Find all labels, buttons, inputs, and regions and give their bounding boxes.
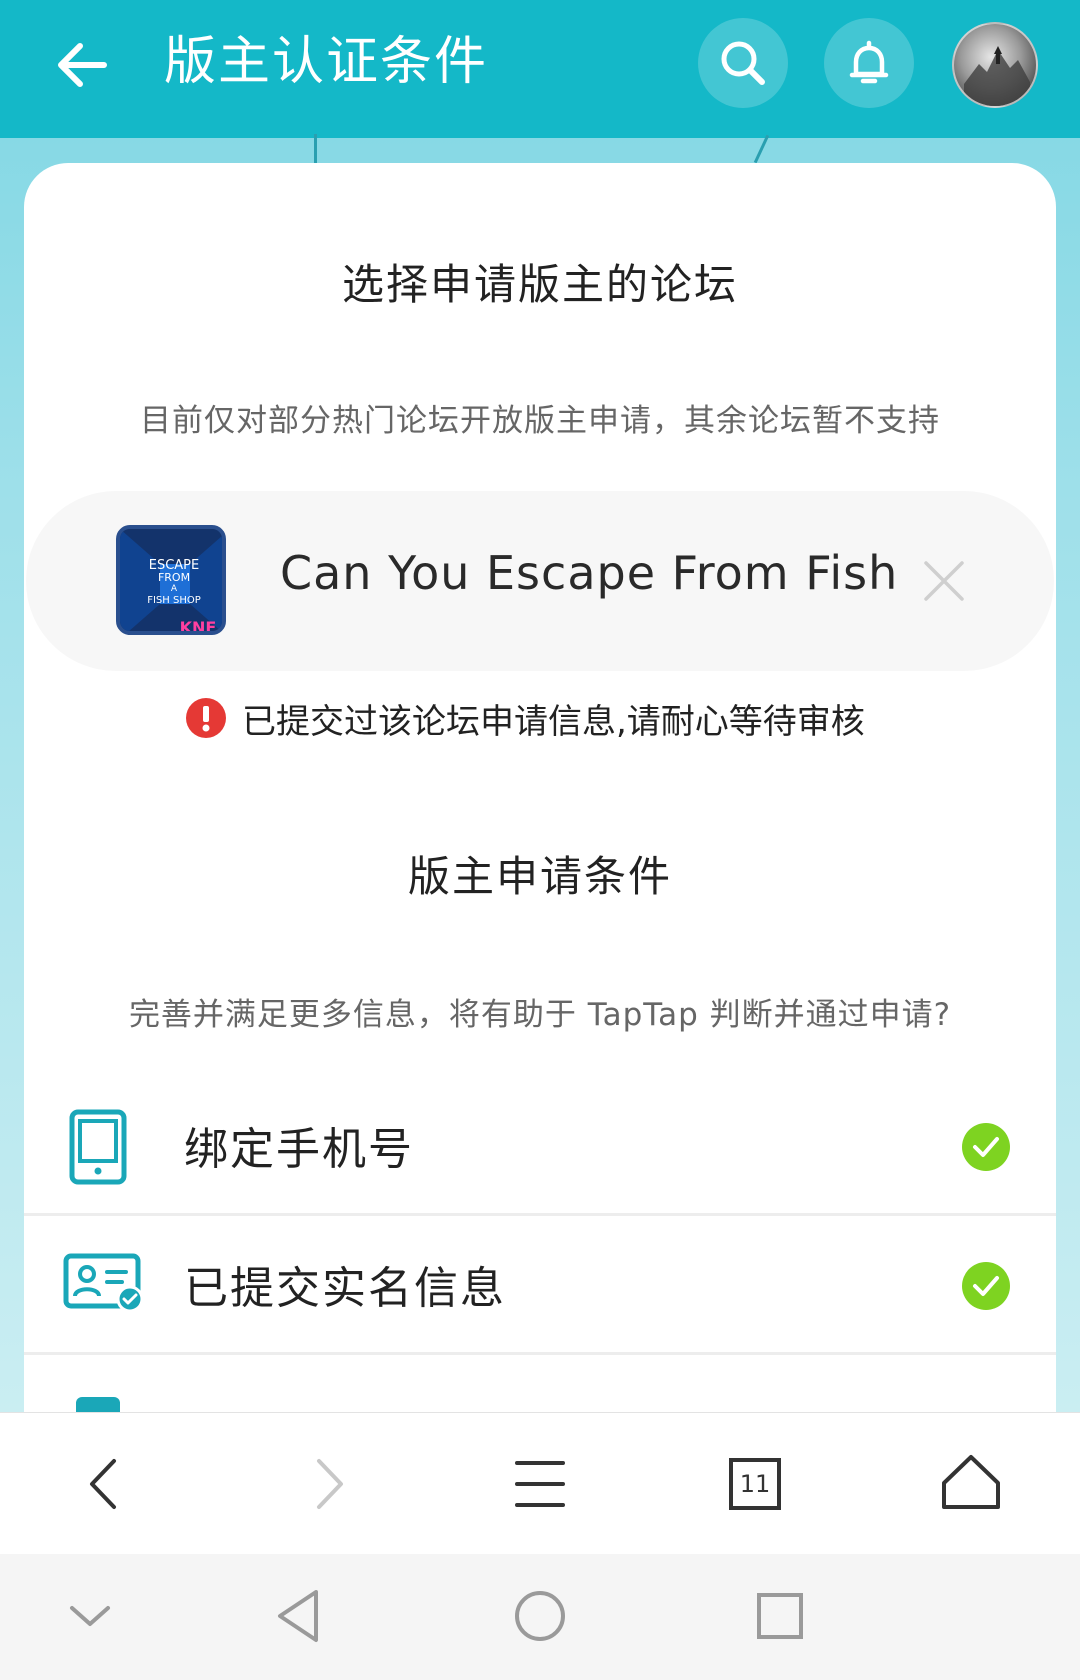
game-icon-line: A — [171, 584, 178, 594]
system-home-button[interactable] — [508, 1584, 572, 1648]
arrow-left-icon — [58, 43, 107, 87]
app-header: 版主认证条件 — [0, 0, 1080, 138]
requirement-row-real-name[interactable]: 已提交实名信息 — [24, 1216, 1056, 1355]
browser-forward-button[interactable] — [293, 1449, 363, 1519]
avatar[interactable] — [952, 22, 1038, 108]
requirements-section-title: 版主申请条件 — [407, 852, 672, 901]
forum-section-title: 选择申请版主的论坛 — [341, 260, 738, 309]
chevron-down-icon — [70, 1606, 110, 1626]
back-button[interactable] — [50, 30, 120, 100]
check-icon — [962, 1123, 1010, 1171]
tab-count: 11 — [739, 1470, 771, 1498]
game-thumbnail: ESCAPE FROM A FISH SHOP KNF — [120, 529, 222, 635]
bell-icon — [849, 40, 889, 84]
chevron-left-icon — [90, 1459, 116, 1509]
browser-back-button[interactable] — [70, 1449, 140, 1519]
menu-icon — [515, 1461, 565, 1507]
page-title: 版主认证条件 — [164, 32, 489, 92]
forum-name: Can You Escape From Fish — [280, 546, 899, 600]
game-icon-line: FISH SHOP — [147, 595, 201, 606]
decorative-stroke — [314, 134, 317, 164]
chevron-right-icon — [317, 1459, 343, 1509]
system-back-button[interactable] — [268, 1584, 332, 1648]
home-icon — [942, 1455, 1000, 1509]
requirement-label: 绑定手机号 — [184, 1124, 414, 1175]
requirements-section-subtitle: 完善并满足更多信息，将有助于 TapTap 判断并通过申请? — [128, 997, 952, 1033]
error-icon — [186, 698, 226, 738]
game-icon-line: FROM — [158, 571, 190, 584]
browser-home-button[interactable] — [936, 1449, 1006, 1519]
remove-forum-button[interactable] — [922, 559, 966, 603]
decorative-stroke — [753, 134, 770, 164]
system-navigation-bar — [0, 1554, 1080, 1680]
application-card: 选择申请版主的论坛 目前仅对部分热门论坛开放版主申请，其余论坛暂不支持 ESCA… — [24, 163, 1056, 1413]
landscape-avatar-icon — [964, 46, 1030, 106]
circle-home-icon — [515, 1591, 565, 1641]
game-icon: ESCAPE FROM A FISH SHOP KNF — [116, 525, 226, 635]
search-icon — [721, 41, 765, 85]
requirement-icon — [66, 1393, 130, 1413]
selected-forum[interactable]: ESCAPE FROM A FISH SHOP KNF Can You Esca… — [26, 491, 1054, 671]
close-icon — [924, 561, 964, 601]
collapse-button[interactable] — [58, 1584, 122, 1648]
triangle-back-icon — [278, 1590, 318, 1642]
requirement-row-phone[interactable]: 绑定手机号 — [24, 1077, 1056, 1216]
browser-menu-button[interactable] — [505, 1449, 575, 1519]
notice-text: 已提交过该论坛申请信息,请耐心等待审核 — [242, 702, 865, 742]
browser-toolbar: 11 — [0, 1412, 1080, 1555]
square-recents-icon — [757, 1593, 803, 1639]
system-recents-button[interactable] — [748, 1584, 812, 1648]
forum-section-subtitle: 目前仅对部分热门论坛开放版主申请，其余论坛暂不支持 — [140, 403, 940, 439]
notification-button[interactable] — [824, 18, 914, 108]
browser-tabs-button[interactable]: 11 — [720, 1449, 790, 1519]
requirement-label: 已提交实名信息 — [184, 1263, 506, 1314]
game-icon-badge: KNF — [180, 618, 217, 635]
search-button[interactable] — [698, 18, 788, 108]
id-card-icon — [62, 1252, 146, 1318]
check-icon — [962, 1262, 1010, 1310]
requirement-row-partial[interactable] — [24, 1357, 1056, 1413]
phone-icon — [66, 1109, 130, 1189]
